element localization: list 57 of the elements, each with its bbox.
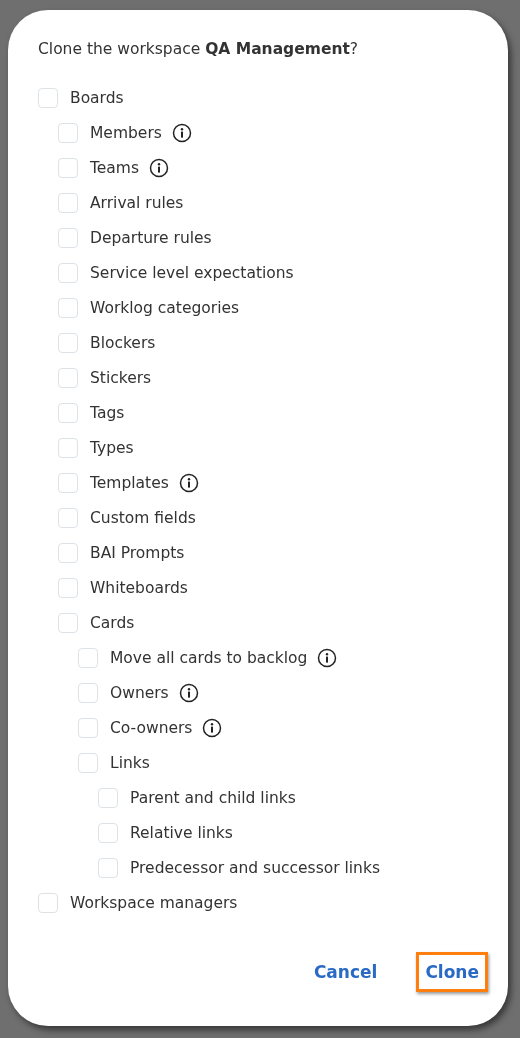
option-label: Stickers bbox=[90, 368, 152, 387]
option-label: Worklog categories bbox=[90, 298, 240, 317]
checkbox[interactable] bbox=[58, 472, 78, 493]
option-label: BAI Prompts bbox=[90, 543, 185, 562]
checkbox[interactable] bbox=[78, 717, 98, 738]
checkbox[interactable] bbox=[58, 297, 78, 318]
option-label: Workspace managers bbox=[70, 893, 238, 912]
checkbox[interactable] bbox=[58, 507, 78, 528]
option-label: Members bbox=[90, 123, 162, 142]
checkbox[interactable] bbox=[38, 892, 58, 913]
checkbox[interactable] bbox=[58, 157, 78, 178]
checkbox[interactable] bbox=[58, 192, 78, 213]
info-icon[interactable] bbox=[178, 682, 199, 703]
checkbox[interactable] bbox=[58, 612, 78, 633]
option-label: Parent and child links bbox=[130, 788, 296, 807]
checkbox[interactable] bbox=[58, 577, 78, 598]
checkbox[interactable] bbox=[58, 227, 78, 248]
option-label: Custom fields bbox=[90, 508, 196, 527]
dialog-question: Clone the workspace QA Management? bbox=[38, 40, 360, 58]
dialog-button[interactable]: Cancel bbox=[304, 952, 387, 992]
checkbox[interactable] bbox=[98, 822, 118, 843]
option-label: Links bbox=[110, 753, 150, 772]
info-icon[interactable] bbox=[171, 122, 192, 143]
checkbox[interactable] bbox=[58, 542, 78, 563]
checkbox[interactable] bbox=[58, 402, 78, 423]
option-label: Tags bbox=[90, 403, 125, 422]
info-icon[interactable] bbox=[149, 157, 170, 178]
info-icon[interactable] bbox=[202, 717, 223, 738]
option-label: Arrival rules bbox=[90, 193, 184, 212]
option-label: Owners bbox=[110, 683, 169, 702]
checkbox[interactable] bbox=[58, 332, 78, 353]
checkbox[interactable] bbox=[98, 787, 118, 808]
option-label: Predecessor and successor links bbox=[130, 858, 380, 877]
checkbox[interactable] bbox=[98, 857, 118, 878]
option-label: Departure rules bbox=[90, 228, 212, 247]
option-label: Move all cards to backlog bbox=[110, 648, 308, 667]
option-label: Whiteboards bbox=[90, 578, 188, 597]
checkbox[interactable] bbox=[58, 122, 78, 143]
checkbox[interactable] bbox=[78, 752, 98, 773]
checkbox[interactable] bbox=[78, 682, 98, 703]
option-label: Co-owners bbox=[110, 718, 193, 737]
option-label: Types bbox=[90, 438, 134, 457]
option-label: Relative links bbox=[130, 823, 233, 842]
checkbox[interactable] bbox=[58, 367, 78, 388]
option-label: Teams bbox=[90, 158, 140, 177]
info-icon[interactable] bbox=[317, 647, 338, 668]
checkbox[interactable] bbox=[58, 437, 78, 458]
info-icon[interactable] bbox=[178, 472, 199, 493]
option-label: Service level expectations bbox=[90, 263, 294, 282]
option-label: Blockers bbox=[90, 333, 156, 352]
checkbox[interactable] bbox=[38, 87, 58, 108]
checkbox[interactable] bbox=[78, 647, 98, 668]
checkbox[interactable] bbox=[58, 262, 78, 283]
dialog-button[interactable]: Clone bbox=[416, 952, 488, 992]
option-label: Cards bbox=[90, 613, 135, 632]
option-label: Templates bbox=[90, 473, 169, 492]
option-label: Boards bbox=[70, 88, 124, 107]
